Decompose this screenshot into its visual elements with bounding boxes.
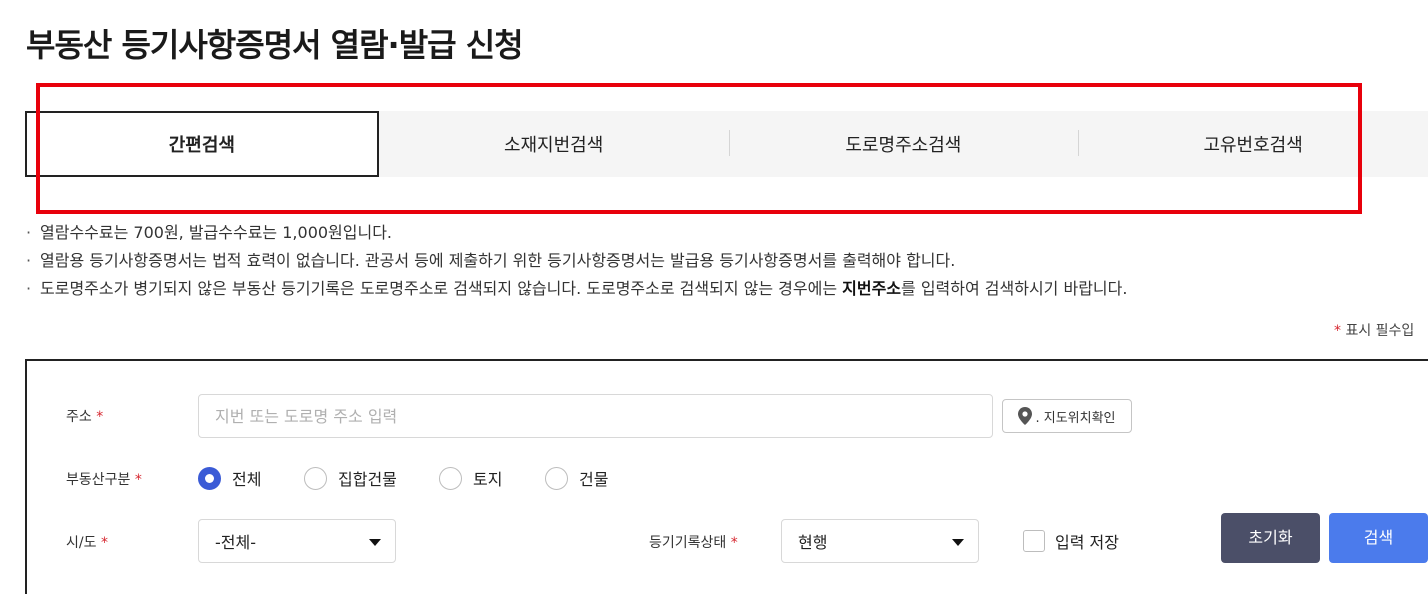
record-status-select-value: 현행 — [798, 533, 828, 552]
radio-collective-building-label: 집합건물 — [338, 470, 397, 489]
record-status-select[interactable]: 현행 — [781, 519, 979, 563]
checkbox-box — [1023, 530, 1045, 552]
radio-all[interactable]: 전체 — [198, 466, 261, 490]
tab-unique-number-search[interactable]: 고유번호검색 — [1078, 111, 1428, 177]
map-location-button-label: . 지도위치확인 — [1035, 410, 1116, 426]
sido-label: 시/도 * — [66, 532, 108, 552]
caret-down-icon — [952, 539, 964, 546]
map-location-button[interactable]: . 지도위치확인 — [1002, 399, 1132, 433]
note-lot-address-emphasis: 지번주소 — [842, 279, 902, 298]
radio-collective-building[interactable]: 집합건물 — [304, 466, 397, 490]
save-input-checkbox[interactable]: 입력 저장 — [1023, 529, 1119, 553]
required-star: * — [96, 409, 104, 425]
radio-building[interactable]: 건물 — [545, 466, 608, 490]
bullet-dot: · — [26, 251, 32, 270]
sido-select-value: -전체- — [215, 533, 256, 552]
radio-building-label: 건물 — [579, 470, 609, 489]
reset-button[interactable]: 초기화 — [1221, 513, 1320, 563]
save-input-checkbox-label: 입력 저장 — [1055, 533, 1119, 552]
sido-select[interactable]: -전체- — [198, 519, 396, 563]
note-fee-text: 열람수수료는 700원, 발급수수료는 1,000원입니다. — [40, 223, 393, 242]
radio-land-label: 토지 — [473, 470, 503, 489]
required-star: * — [100, 535, 108, 551]
info-notes: · 열람수수료는 700원, 발급수수료는 1,000원입니다. · 열람용 등기사… — [26, 219, 1127, 303]
tab-simple-search[interactable]: 간편검색 — [25, 111, 379, 177]
address-label: 주소 * — [66, 406, 103, 426]
bullet-dot: · — [26, 279, 32, 298]
search-button[interactable]: 검색 — [1329, 513, 1428, 563]
tab-lot-number-search[interactable]: 소재지번검색 — [379, 111, 729, 177]
required-star: * — [730, 535, 738, 551]
note-road-address-text-end: 를 입력하여 검색하시기 바랍니다. — [901, 279, 1128, 298]
property-type-label-text: 부동산구분 — [66, 472, 131, 488]
required-star: * — [134, 472, 142, 488]
radio-all-label: 전체 — [232, 470, 262, 489]
map-pin-icon — [1018, 407, 1033, 425]
note-legal-effect-text: 열람용 등기사항증명서는 법적 효력이 없습니다. 관공서 등에 제출하기 위한… — [40, 251, 956, 270]
required-field-note-text: 표시 필수입 — [1345, 323, 1415, 339]
caret-down-icon — [369, 539, 381, 546]
note-legal-effect: · 열람용 등기사항증명서는 법적 효력이 없습니다. 관공서 등에 제출하기 위… — [26, 247, 1127, 275]
property-type-label: 부동산구분 * — [66, 469, 142, 489]
radio-checked-indicator — [198, 466, 221, 490]
required-star: * — [1334, 323, 1341, 339]
address-label-text: 주소 — [66, 409, 92, 425]
required-field-note: * 표시 필수입 — [1334, 320, 1414, 340]
tab-road-address-search[interactable]: 도로명주소검색 — [728, 111, 1079, 177]
sido-label-text: 시/도 — [66, 535, 97, 551]
note-fee: · 열람수수료는 700원, 발급수수료는 1,000원입니다. — [26, 219, 1127, 247]
record-status-label-text: 등기기록상태 — [649, 535, 727, 551]
note-road-address: · 도로명주소가 병기되지 않은 부동산 등기기록은 도로명주소로 검색되지 않습… — [26, 275, 1127, 303]
address-search-input[interactable] — [198, 394, 993, 438]
record-status-label: 등기기록상태 * — [649, 532, 738, 552]
radio-unchecked-indicator — [439, 466, 462, 490]
note-road-address-text: 도로명주소가 병기되지 않은 부동산 등기기록은 도로명주소로 검색되지 않습니… — [40, 279, 843, 298]
radio-unchecked-indicator — [304, 466, 327, 490]
search-tabs: 간편검색 소재지번검색 도로명주소검색 고유번호검색 — [25, 111, 1428, 177]
radio-land[interactable]: 토지 — [439, 466, 502, 490]
radio-unchecked-indicator — [545, 466, 568, 490]
bullet-dot: · — [26, 223, 32, 242]
page-title: 부동산 등기사항증명서 열람·발급 신청 — [26, 26, 524, 64]
